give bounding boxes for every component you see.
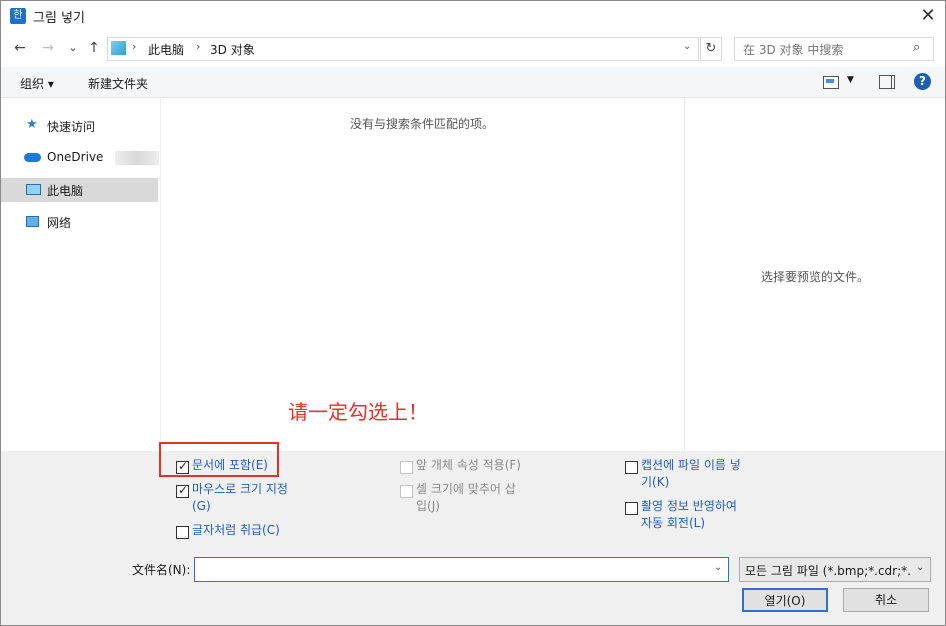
organize-button[interactable]: 组织 ▾ (20, 75, 54, 92)
sidebar-item-label: OneDrive (47, 150, 104, 164)
search-box[interactable]: ⌕ (734, 37, 934, 61)
preview-pane-icon[interactable] (879, 75, 895, 89)
sidebar-item-this-pc[interactable]: 此电脑 (1, 178, 158, 202)
open-button[interactable]: 열기(O) (742, 588, 828, 612)
search-input[interactable] (741, 40, 905, 59)
auto-rotate-label[interactable]: 촬영 정보 반영하여 (641, 498, 737, 515)
forward-arrow-icon[interactable]: → (39, 38, 57, 58)
search-icon[interactable]: ⌕ (913, 40, 920, 55)
up-arrow-icon[interactable]: ↑ (85, 38, 103, 58)
view-dropdown-icon[interactable]: ▼ (847, 75, 854, 85)
treat-as-char-checkbox[interactable] (176, 526, 189, 539)
chevron-down-icon[interactable]: ⌄ (714, 562, 722, 573)
apply-prev-props-label: 앞 개체 속성 적용(F) (416, 458, 521, 472)
new-folder-button[interactable]: 新建文件夹 (88, 75, 148, 92)
caption-filename-label-line2[interactable]: 기(K) (641, 474, 669, 491)
sidebar-item-label: 此电脑 (47, 184, 84, 198)
address-bar[interactable]: › 此电脑 › 3D 对象 ⌄ (107, 37, 699, 61)
auto-rotate-label-line2[interactable]: 자동 회전(L) (641, 515, 705, 532)
chevron-down-icon[interactable]: ⌄ (916, 562, 924, 573)
auto-rotate-checkbox[interactable] (625, 502, 638, 515)
preview-message: 选择要预览的文件。 (761, 270, 870, 284)
change-view-icon[interactable] (823, 76, 839, 89)
back-arrow-icon[interactable]: ← (11, 38, 29, 58)
network-icon (26, 216, 39, 227)
navigation-pane: ★ 快速访问 OneDrive 此电脑 网络 (1, 98, 160, 450)
close-button[interactable]: ✕ (915, 3, 941, 29)
sidebar-item-label: 网络 (47, 216, 72, 230)
chevron-right-icon: › (132, 40, 137, 53)
command-toolbar: 组织 ▾ 新建文件夹 ▼ ? (1, 67, 945, 98)
breadcrumb-3d-objects[interactable]: 3D 对象 (210, 41, 255, 58)
computer-icon (26, 184, 41, 195)
sidebar-item-label: 快速访问 (47, 120, 96, 134)
recent-locations-icon[interactable]: ⌄ (64, 38, 82, 58)
breadcrumb-this-pc[interactable]: 此电脑 (148, 41, 184, 58)
caption-filename-checkbox[interactable] (625, 461, 638, 474)
fit-cell-checkbox[interactable] (400, 485, 413, 498)
highlight-box (159, 442, 279, 477)
window-title: 그림 넣기 (33, 11, 85, 26)
mouse-size-label[interactable]: 마우스로 크기 지정 (192, 481, 288, 498)
blurred-account-name (115, 151, 159, 165)
sidebar-item-onedrive[interactable]: OneDrive (1, 146, 159, 170)
annotation-text: 请一定勾选上！ (288, 400, 428, 424)
chevron-down-icon[interactable]: ⌄ (683, 41, 691, 52)
help-icon[interactable]: ? (914, 73, 931, 90)
fit-cell-label-line2: 입(J) (416, 499, 440, 513)
sidebar-item-network[interactable]: 网络 (1, 210, 158, 234)
file-dialog-window: 한 그림 넣기 ✕ ← → ⌄ ↑ › 此电脑 › 3D 对象 ⌄ ↻ ⌕ 组织… (0, 0, 946, 626)
cancel-button[interactable]: 취소 (843, 588, 929, 612)
filename-input[interactable] (198, 560, 702, 580)
checkmark-icon: ✓ (178, 483, 189, 497)
3d-objects-folder-icon (111, 41, 126, 55)
refresh-button[interactable]: ↻ (700, 37, 722, 61)
treat-as-char-label[interactable]: 글자처럼 취급(C) (192, 522, 280, 539)
caption-filename-label[interactable]: 캡션에 파일 이름 넣 (641, 457, 741, 474)
mouse-size-checkbox[interactable]: ✓ (176, 483, 189, 498)
mouse-size-label-line2[interactable]: (G) (192, 498, 211, 515)
filetype-select[interactable]: 모든 그림 파일 (*.bmp;*.cdr;*. ⌄ (739, 557, 931, 582)
pane-divider[interactable] (160, 98, 161, 450)
sidebar-item-quick-access[interactable]: ★ 快速访问 (1, 114, 158, 138)
star-pin-icon: ★ (26, 117, 38, 132)
hancom-app-icon: 한 (10, 8, 26, 24)
apply-prev-props-checkbox[interactable] (400, 461, 413, 474)
empty-folder-message: 没有与搜索条件匹配的项。 (350, 117, 495, 131)
chevron-right-icon: › (196, 40, 201, 53)
cloud-icon (24, 153, 41, 162)
preview-pane-divider[interactable] (684, 98, 685, 450)
fit-cell-label: 셀 크기에 맞추어 삽 (416, 482, 516, 496)
filetype-selected: 모든 그림 파일 (*.bmp;*.cdr;*. (745, 564, 911, 578)
filename-label: 文件名(N): (132, 563, 191, 577)
title-bar: 한 그림 넣기 ✕ (1, 1, 945, 31)
filename-combobox[interactable]: ⌄ (194, 557, 729, 582)
